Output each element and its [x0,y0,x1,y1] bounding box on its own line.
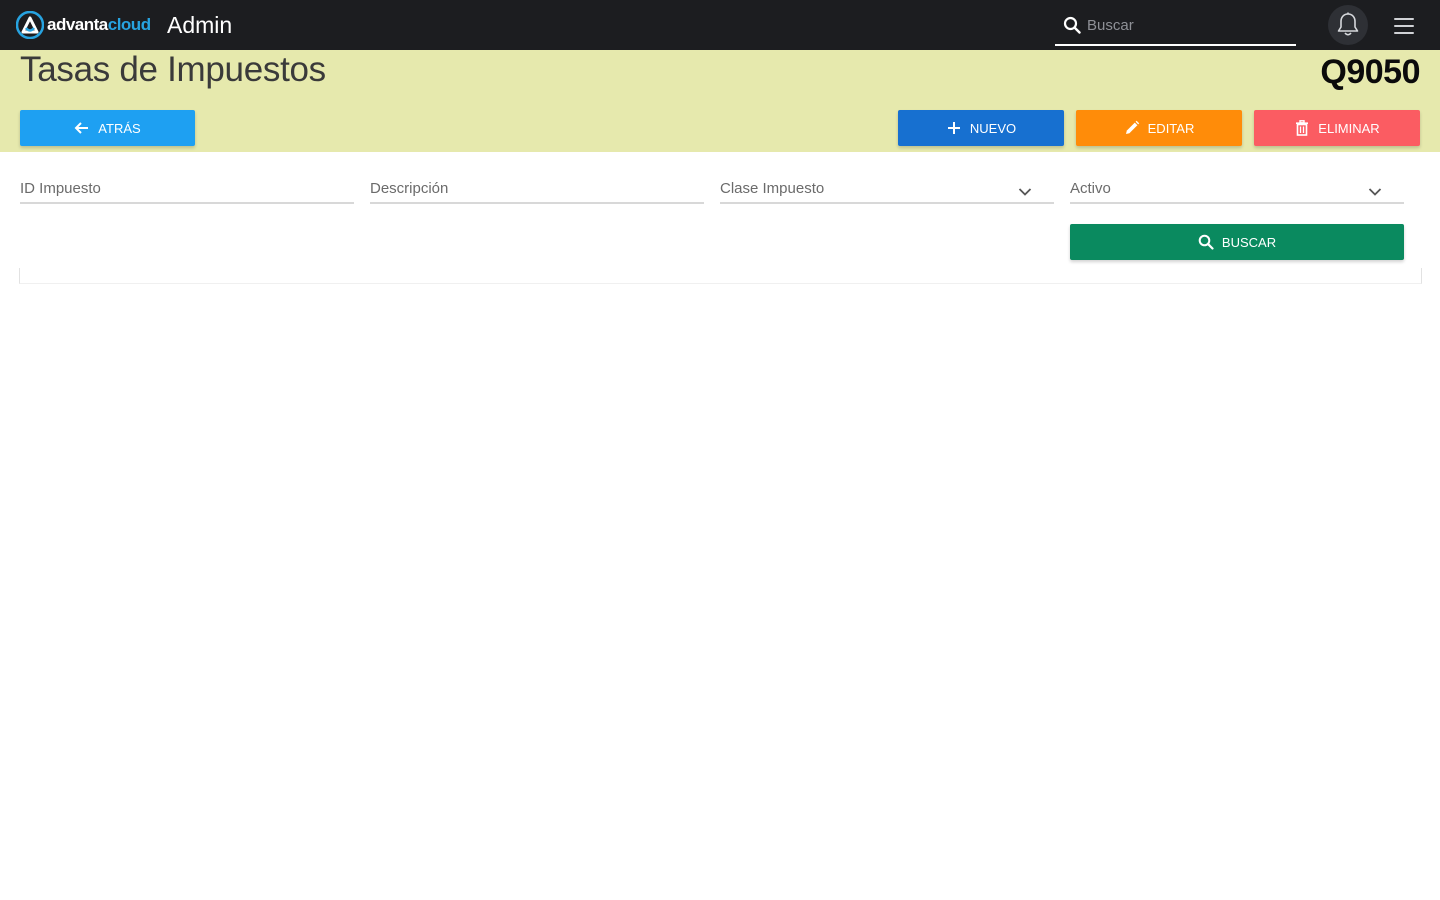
search-icon [1063,16,1081,34]
description-field[interactable]: Descripción [370,176,704,204]
brand-logo[interactable]: advantacloud [16,11,151,39]
trash-icon [1296,120,1309,136]
page-title: Tasas de Impuestos [20,50,326,89]
tax-id-label: ID Impuesto [20,180,101,197]
hamburger-menu-button[interactable] [1394,17,1414,35]
tax-class-label: Clase Impuesto [720,180,825,197]
notifications-button[interactable] [1328,5,1368,45]
top-navbar: advantacloud Admin [0,0,1440,50]
global-search-input[interactable] [1087,12,1287,38]
plus-icon [947,122,960,134]
edit-button-label: EDITAR [1147,120,1195,136]
page-header: Tasas de Impuestos Q9050 ATRÁS NUEVO EDI… [0,50,1440,152]
tax-class-select[interactable]: Clase Impuesto [720,176,1054,204]
hamburger-icon [1394,32,1414,34]
global-search [1055,6,1296,46]
hamburger-icon [1394,18,1414,20]
delete-button[interactable]: ELIMINAR [1254,110,1420,146]
pencil-icon [1125,120,1139,134]
brand-wordmark-part1: advanta [47,15,108,34]
page-code: Q9050 [1320,53,1420,91]
bell-icon [1337,12,1359,36]
results-container [19,268,1422,284]
new-button-label: NUEVO [969,120,1017,136]
search-icon [1198,234,1214,250]
brand-wordmark: advantacloud [47,15,151,35]
back-button-label: ATRÁS [98,120,141,136]
tax-id-field[interactable]: ID Impuesto [20,176,354,204]
advantacloud-logo-icon [16,11,44,39]
brand-wordmark-part2: cloud [107,15,151,34]
back-button[interactable]: ATRÁS [20,110,195,146]
delete-button-label: ELIMINAR [1318,120,1380,136]
active-label: Activo [1070,180,1111,197]
edit-button[interactable]: EDITAR [1076,110,1242,146]
hamburger-icon [1394,25,1414,27]
description-label: Descripción [370,180,449,197]
new-button[interactable]: NUEVO [898,110,1064,146]
arrow-left-icon [74,122,89,134]
search-button-label: BUSCAR [1221,234,1277,250]
search-button[interactable]: BUSCAR [1070,224,1404,260]
app-title: Admin [167,12,233,38]
chevron-down-icon [1018,188,1032,196]
active-select[interactable]: Activo [1070,176,1404,204]
chevron-down-icon [1368,188,1382,196]
